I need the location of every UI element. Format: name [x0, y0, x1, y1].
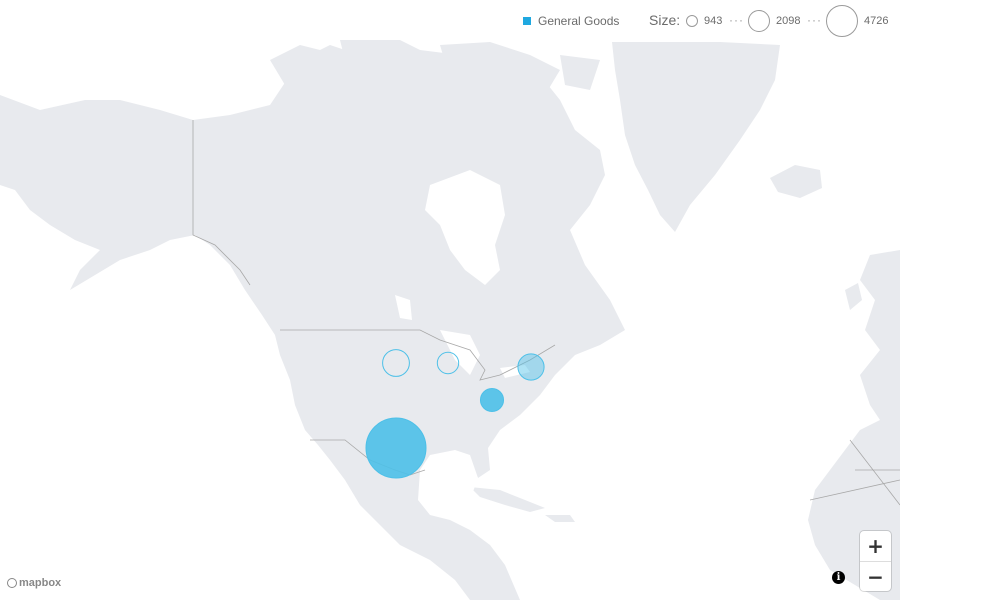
size-legend-value-small: 943	[704, 15, 723, 27]
map-bubble[interactable]	[517, 353, 545, 381]
zoom-out-button[interactable]: −	[860, 562, 891, 592]
size-legend-circle-medium	[748, 10, 770, 32]
caribbean-islands	[470, 487, 575, 522]
size-legend-circle-large	[826, 5, 858, 37]
north-america-landmass	[0, 45, 625, 600]
size-legend-ellipsis: ···	[729, 13, 744, 27]
map-bubble[interactable]	[365, 417, 427, 479]
iceland-landmass	[770, 165, 822, 198]
greenland-landmass	[612, 42, 780, 232]
gulf-of-mexico	[420, 462, 478, 505]
legend-label-general-goods[interactable]: General Goods	[538, 14, 619, 28]
land-masses	[0, 40, 900, 600]
size-legend-ellipsis: ···	[807, 13, 822, 27]
mapbox-logo[interactable]: mapbox	[7, 577, 61, 591]
legend-swatch-general-goods	[523, 17, 531, 25]
mapbox-logo-text: mapbox	[19, 577, 62, 589]
map-bubble[interactable]	[436, 351, 460, 375]
size-legend-value-medium: 2098	[776, 15, 801, 27]
size-legend-value-large: 4726	[864, 15, 889, 27]
basemap	[0, 40, 900, 600]
ireland-landmass	[845, 283, 862, 310]
zoom-control: + −	[860, 531, 891, 591]
map-bubble[interactable]	[479, 387, 505, 413]
zoom-in-button[interactable]: +	[860, 531, 891, 561]
map-legend: General Goods Size: 943 ··· 2098 ··· 472…	[0, 0, 1008, 40]
size-legend-title: Size:	[649, 12, 681, 28]
size-legend-circle-small	[686, 15, 698, 27]
map-canvas[interactable]	[0, 40, 900, 600]
info-icon[interactable]: i	[832, 571, 845, 584]
map-bubble[interactable]	[382, 349, 410, 377]
mapbox-ring-icon	[7, 578, 17, 588]
